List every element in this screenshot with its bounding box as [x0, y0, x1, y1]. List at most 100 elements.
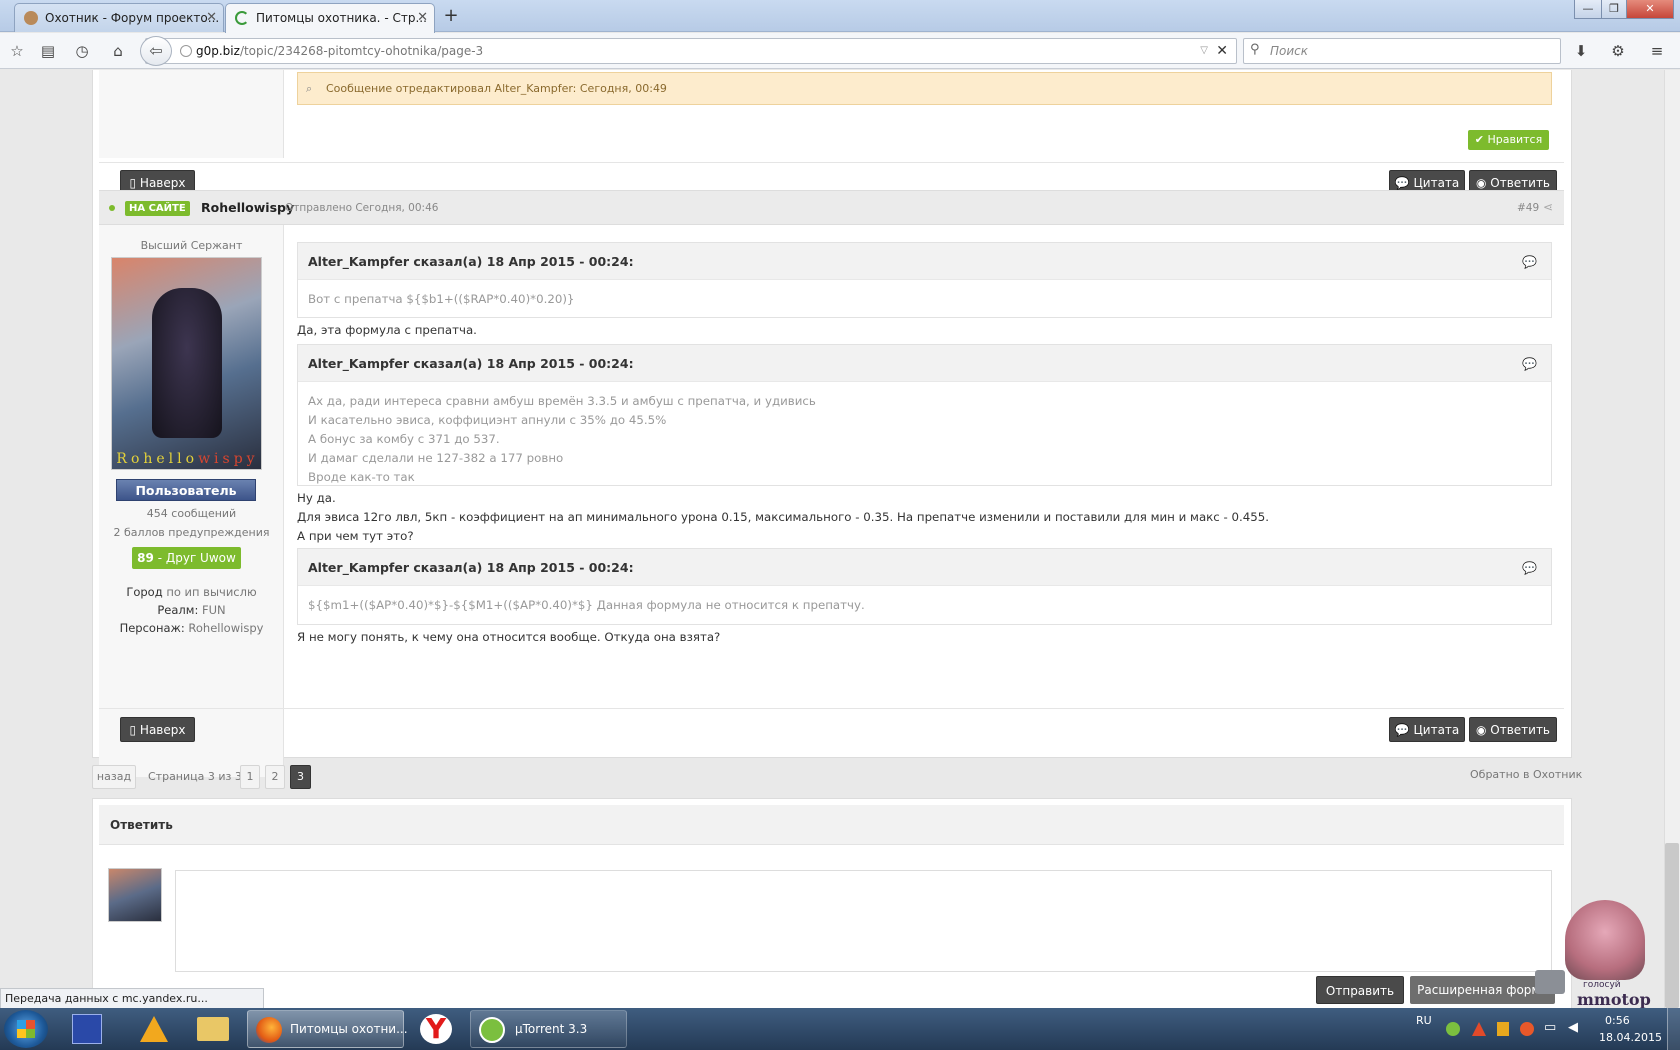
yandex-icon[interactable]: Y — [420, 1014, 452, 1044]
back-button[interactable]: ⇦ — [140, 36, 172, 66]
character-value: Rohellowispy — [188, 621, 264, 635]
reply-label: Ответить — [1490, 723, 1551, 737]
quote-line: ${$m1+(($AP*0.40)*$}-${$M1+(($AP*0.40)*$… — [308, 598, 865, 612]
like-label: Нравится — [1487, 133, 1543, 146]
scrollbar-thumb[interactable] — [1665, 843, 1679, 1008]
reading-list-icon[interactable]: ▤ — [37, 41, 59, 61]
tab-forum[interactable]: Охотник - Форум проекто... ✕ — [14, 3, 224, 32]
send-button[interactable]: Отправить — [1316, 976, 1404, 1004]
pagination-back[interactable]: назад — [92, 765, 136, 789]
share-icon[interactable]: ⋖ — [1543, 200, 1553, 214]
author-rank: Высший Сержант — [140, 239, 243, 252]
post-date: Отправлено Сегодня, 00:46 — [285, 202, 439, 214]
character-label: Персонаж: — [119, 621, 185, 635]
quote-bubble-icon[interactable]: 💬 — [1522, 561, 1537, 575]
menu-icon[interactable]: ≡ — [1646, 41, 1668, 61]
advanced-form-button[interactable]: Расширенная форма — [1410, 976, 1555, 1004]
downloads-icon[interactable]: ⬇ — [1570, 41, 1592, 61]
post-line: Для эвиса 12го лвл, 5кп - коэффициент на… — [297, 510, 1270, 524]
quote-line: И дамаг сделали не 127-382 а 177 ровно — [308, 451, 564, 465]
post-line: Ну да. — [297, 491, 336, 505]
quote-bubble-icon[interactable]: 💬 — [1522, 357, 1537, 371]
realm-label: Реалм: — [157, 603, 199, 617]
dropdown-arrow-icon[interactable]: ▽ — [1200, 39, 1208, 63]
city-value: по ип вычислю — [166, 585, 257, 599]
minimize-button[interactable]: — — [1574, 0, 1602, 19]
aimp-icon[interactable] — [140, 1016, 168, 1042]
close-window-button[interactable]: ✕ — [1626, 0, 1674, 19]
prev-post-sidebar — [99, 70, 284, 158]
url-path: /topic/234268-pitomtcy-ohotnika/page-3 — [239, 44, 484, 58]
taskbar-label: Питомцы охотни... — [290, 1022, 408, 1036]
edit-note-text: Сообщение отредактировал Alter_Kampfer: … — [326, 82, 667, 95]
tab-pets[interactable]: Питомцы охотника. - Стр... ✕ — [225, 3, 435, 33]
site-identity-icon[interactable] — [180, 45, 192, 57]
reputation-badge: 89 - Друг Uwow — [132, 547, 241, 569]
tray-app-icon[interactable] — [1472, 1022, 1486, 1036]
page-current[interactable]: 3 — [290, 765, 311, 789]
quote-button[interactable]: 💬 Цитата — [1389, 717, 1465, 742]
reply-textarea[interactable] — [175, 870, 1552, 972]
tray-app-icon[interactable] — [1497, 1022, 1509, 1036]
network-icon[interactable]: ▭ — [1544, 1020, 1556, 1035]
stop-icon[interactable]: ✕ — [1216, 39, 1228, 63]
tab-strip: Охотник - Форум проекто... ✕ Питомцы охо… — [0, 0, 1680, 33]
quote-bubble-icon[interactable]: 💬 — [1522, 255, 1537, 269]
windows-logo-icon — [17, 1020, 35, 1038]
home-icon[interactable]: ⌂ — [107, 41, 129, 61]
quote-line: А бонус за комбу с 371 до 537. — [308, 432, 500, 446]
close-tab-icon[interactable]: ✕ — [206, 4, 217, 32]
mascot-image — [1565, 900, 1645, 980]
warnings-count: 2 баллов предупреждения — [113, 526, 270, 539]
new-tab-button[interactable]: + — [440, 6, 462, 28]
language-indicator[interactable]: RU — [1416, 1014, 1432, 1027]
show-desktop-button[interactable] — [1667, 1008, 1680, 1050]
character-field: Персонаж: Rohellowispy — [99, 621, 284, 635]
post-number[interactable]: #49 — [1517, 202, 1539, 214]
explorer-folder-icon[interactable] — [197, 1017, 229, 1041]
taskbar-firefox[interactable]: Питомцы охотни... — [247, 1010, 408, 1048]
volume-icon[interactable]: ◀ — [1568, 1020, 1578, 1035]
clock-date[interactable]: 18.04.2015 — [1599, 1031, 1662, 1044]
close-tab-icon[interactable]: ✕ — [417, 4, 428, 32]
url-domain: g0p.biz — [196, 44, 240, 58]
quote-header: Alter_Kampfer сказал(а) 18 Апр 2015 - 00… — [298, 549, 1551, 586]
save-app-icon[interactable] — [72, 1014, 102, 1044]
utorrent-tray-icon[interactable] — [1446, 1022, 1460, 1036]
taskbar-utorrent[interactable]: µTorrent 3.3 — [470, 1010, 627, 1048]
quote-line: Вот с препатча ${$b1+(($RAP*0.40)*0.20)} — [308, 292, 575, 306]
post-author[interactable]: Rohellowispy — [201, 200, 294, 215]
quote-line: Ах да, ради интереса сравни амбуш времён… — [308, 394, 816, 408]
hammer-icon — [1535, 970, 1565, 994]
tray-app-icon[interactable] — [1520, 1022, 1534, 1036]
page-link-2[interactable]: 2 — [265, 765, 285, 789]
realm-value: FUN — [201, 603, 226, 617]
settings-gear-icon[interactable]: ⚙ — [1607, 41, 1629, 61]
like-button[interactable]: ✔ Нравится — [1468, 130, 1549, 150]
reply-button[interactable]: ◉ Ответить — [1469, 717, 1557, 742]
bookmark-star-icon[interactable]: ☆ — [6, 41, 28, 61]
search-input[interactable]: Поиск — [1243, 38, 1561, 64]
page-link-1[interactable]: 1 — [240, 765, 260, 789]
maximize-button[interactable]: ❐ — [1601, 0, 1627, 19]
top-button[interactable]: ▯ Наверх — [120, 717, 195, 742]
start-button[interactable] — [4, 1010, 48, 1048]
clock-time[interactable]: 0:56 — [1605, 1014, 1630, 1027]
city-label: Город — [126, 585, 163, 599]
quote-line: И касательно эвиса, коффициэнт апнули с … — [308, 413, 667, 427]
rep-label: - Друг Uwow — [157, 551, 236, 565]
online-badge: НА САЙТЕ — [125, 201, 190, 216]
quote-block: Alter_Kampfer сказал(а) 18 Апр 2015 - 00… — [297, 548, 1552, 625]
author-sidebar: Высший Сержант Rohellowispy Пользователь… — [99, 225, 284, 777]
address-bar[interactable]: g0p.biz/topic/234268-pitomtcy-ohotnika/p… — [145, 38, 1237, 64]
quote-label: Цитата — [1413, 176, 1460, 190]
navigation-toolbar: ☆ ▤ ◷ ⌂ g0p.biz/topic/234268-pitomtcy-oh… — [0, 33, 1680, 69]
top-label: Наверх — [139, 176, 186, 190]
quote-body: Вот с препатча ${$b1+(($RAP*0.40)*0.20)} — [298, 280, 1551, 319]
mmotop-vote-widget[interactable]: голосуй mmotop — [1535, 900, 1660, 1008]
online-dot-icon — [109, 205, 115, 211]
history-icon[interactable]: ◷ — [71, 41, 93, 61]
back-to-forum-link[interactable]: Обратно в Охотник — [1470, 768, 1582, 781]
author-avatar[interactable]: Rohellowispy — [111, 257, 262, 470]
quote-block: Alter_Kampfer сказал(а) 18 Апр 2015 - 00… — [297, 344, 1552, 486]
